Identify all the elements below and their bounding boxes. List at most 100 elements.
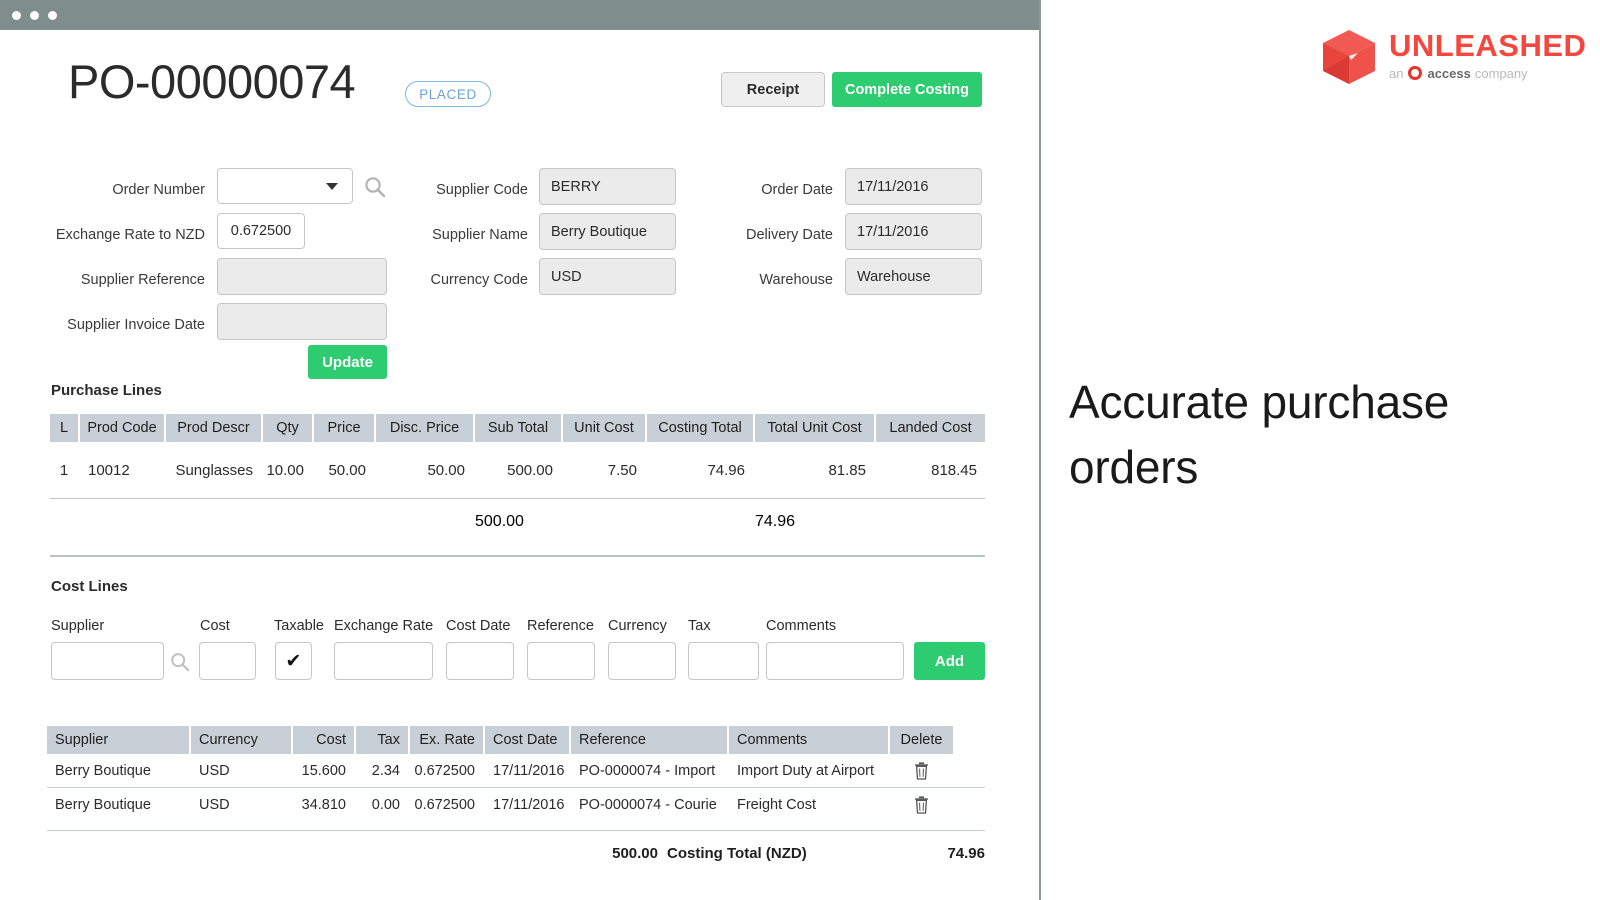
close-dot-icon[interactable] (12, 11, 21, 20)
entry-label-reference: Reference (527, 618, 594, 634)
purchase-lines-bottom-divider (50, 555, 985, 557)
update-button[interactable]: Update (308, 345, 387, 379)
col-header-landed-cost: Landed Cost (876, 414, 985, 442)
cell-unit-cost: 7.50 (607, 461, 637, 479)
table-row[interactable]: 1 10012 Sunglasses 10.00 50.00 50.00 500… (50, 442, 985, 498)
col-header-prod-descr: Prod Descr (166, 414, 261, 442)
cost-lines-header-row: Supplier Currency Cost Tax Ex. Rate Cost… (47, 726, 985, 754)
unleashed-logo: UNLEASHED an access company (1318, 26, 1586, 88)
cell-cl-ex-rate: 0.672500 (414, 762, 475, 779)
cube-logo-icon (1323, 30, 1375, 84)
purchase-lines-header-row: L Prod Code Prod Descr Qty Price Disc. P… (50, 414, 985, 442)
table-row[interactable]: Berry Boutique USD 15.600 2.34 0.672500 … (47, 754, 985, 787)
purchase-lines-title: Purchase Lines (51, 382, 162, 399)
entry-label-currency: Currency (608, 618, 667, 634)
cell-total-unit-cost: 81.85 (828, 461, 866, 479)
receipt-button[interactable]: Receipt (721, 72, 825, 107)
grand-total-value: 74.96 (947, 844, 985, 862)
brand-tagline: an access company (1389, 66, 1586, 80)
col-header-cl-tax: Tax (356, 726, 408, 754)
col-header-unit-cost: Unit Cost (563, 414, 645, 442)
add-cost-line-button[interactable]: Add (914, 642, 985, 680)
col-header-line: L (50, 414, 78, 442)
order-date-input[interactable]: 17/11/2016 (845, 168, 982, 205)
cell-cl-comments: Import Duty at Airport (737, 762, 874, 779)
cell-cl-supplier: Berry Boutique (55, 796, 151, 813)
supplier-reference-label: Supplier Reference (80, 272, 205, 288)
cell-costing-total: 74.96 (707, 461, 745, 479)
warehouse-input[interactable]: Warehouse (845, 258, 982, 295)
cell-cl-supplier: Berry Boutique (55, 762, 151, 779)
entry-cost-input[interactable] (199, 642, 256, 680)
supplier-reference-input[interactable] (217, 258, 387, 295)
entry-label-tax: Tax (688, 618, 711, 634)
window-titlebar (0, 0, 1039, 30)
total-sub-total: 500.00 (475, 513, 524, 530)
cell-line: 1 (59, 461, 69, 479)
supplier-invoice-date-input[interactable] (217, 303, 387, 340)
logo-wordmark: UNLEASHED an access company (1389, 30, 1586, 80)
warehouse-label: Warehouse (759, 272, 833, 288)
access-ring-icon (1408, 66, 1423, 80)
cell-disc-price: 50.00 (427, 461, 465, 479)
trash-icon[interactable] (914, 761, 929, 780)
col-header-prod-code: Prod Code (80, 414, 164, 442)
entry-comments-input[interactable] (766, 642, 904, 680)
screenshot-root: PO-00000074 PLACED Receipt Complete Cost… (0, 0, 1600, 900)
page-title: PO-00000074 (68, 55, 356, 108)
marketing-headline: Accurate purchase orders (1069, 376, 1450, 494)
cost-lines-table: Supplier Currency Cost Tax Ex. Rate Cost… (47, 726, 985, 821)
entry-taxable-checkbox[interactable]: ✔ (275, 642, 312, 680)
supplier-name-label: Supplier Name (432, 227, 528, 243)
entry-label-taxable: Taxable (274, 618, 324, 634)
supplier-code-label: Supplier Code (436, 182, 528, 198)
chevron-down-icon (326, 183, 338, 190)
order-number-select[interactable] (217, 168, 353, 204)
table-row[interactable]: Berry Boutique USD 34.810 0.00 0.672500 … (47, 788, 985, 821)
col-header-qty: Qty (263, 414, 312, 442)
entry-tax-input[interactable] (688, 642, 759, 680)
cell-cl-tax: 2.34 (371, 762, 400, 779)
exchange-rate-input[interactable]: 0.672500 (217, 213, 305, 249)
col-header-cl-delete: Delete (890, 726, 953, 754)
currency-code-input[interactable]: USD (539, 258, 676, 295)
app-window: PO-00000074 PLACED Receipt Complete Cost… (0, 0, 1041, 900)
minimize-dot-icon[interactable] (30, 11, 39, 20)
complete-costing-button[interactable]: Complete Costing (832, 72, 982, 107)
cell-cl-currency: USD (199, 762, 230, 779)
cell-cl-cost: 15.600 (301, 762, 346, 779)
col-header-total-unit-cost: Total Unit Cost (755, 414, 874, 442)
entry-cost-date-input[interactable] (446, 642, 514, 680)
cost-lines-title: Cost Lines (51, 578, 128, 595)
col-header-cl-cost-date: Cost Date (485, 726, 569, 754)
cell-cl-reference: PO-0000074 - Courie (579, 796, 717, 813)
entry-exchange-rate-input[interactable] (334, 642, 433, 680)
tagline-an: an (1389, 65, 1404, 81)
col-header-disc-price: Disc. Price (376, 414, 473, 442)
purchase-lines-total-row: 500.00 74.96 (50, 499, 985, 545)
entry-label-supplier: Supplier (51, 618, 105, 634)
entry-label-cost-date: Cost Date (446, 618, 511, 634)
col-header-sub-total: Sub Total (475, 414, 561, 442)
col-header-price: Price (314, 414, 374, 442)
supplier-code-input[interactable]: BERRY (539, 168, 676, 205)
delivery-date-input[interactable]: 17/11/2016 (845, 213, 982, 250)
supplier-name-input[interactable]: Berry Boutique (539, 213, 676, 250)
cost-lines-entry-form: Supplier Cost Taxable ✔ Exchange Rate Co… (50, 610, 985, 690)
entry-supplier-search-icon[interactable] (170, 652, 190, 672)
cell-cl-ex-rate: 0.672500 (414, 796, 475, 813)
entry-currency-input[interactable] (608, 642, 676, 680)
entry-label-comments: Comments (766, 618, 837, 634)
trash-icon[interactable] (914, 795, 929, 814)
cell-landed-cost: 818.45 (931, 461, 977, 479)
tagline-company: company (1474, 65, 1528, 81)
col-header-cl-currency: Currency (191, 726, 291, 754)
delivery-date-label: Delivery Date (745, 227, 833, 243)
entry-reference-input[interactable] (527, 642, 595, 680)
status-badge: PLACED (405, 81, 491, 107)
cell-prod-descr: Sunglasses (175, 461, 253, 479)
maximize-dot-icon[interactable] (48, 11, 57, 20)
entry-supplier-input[interactable] (51, 642, 164, 680)
cell-cl-comments: Freight Cost (737, 796, 816, 813)
col-header-costing-total: Costing Total (647, 414, 753, 442)
